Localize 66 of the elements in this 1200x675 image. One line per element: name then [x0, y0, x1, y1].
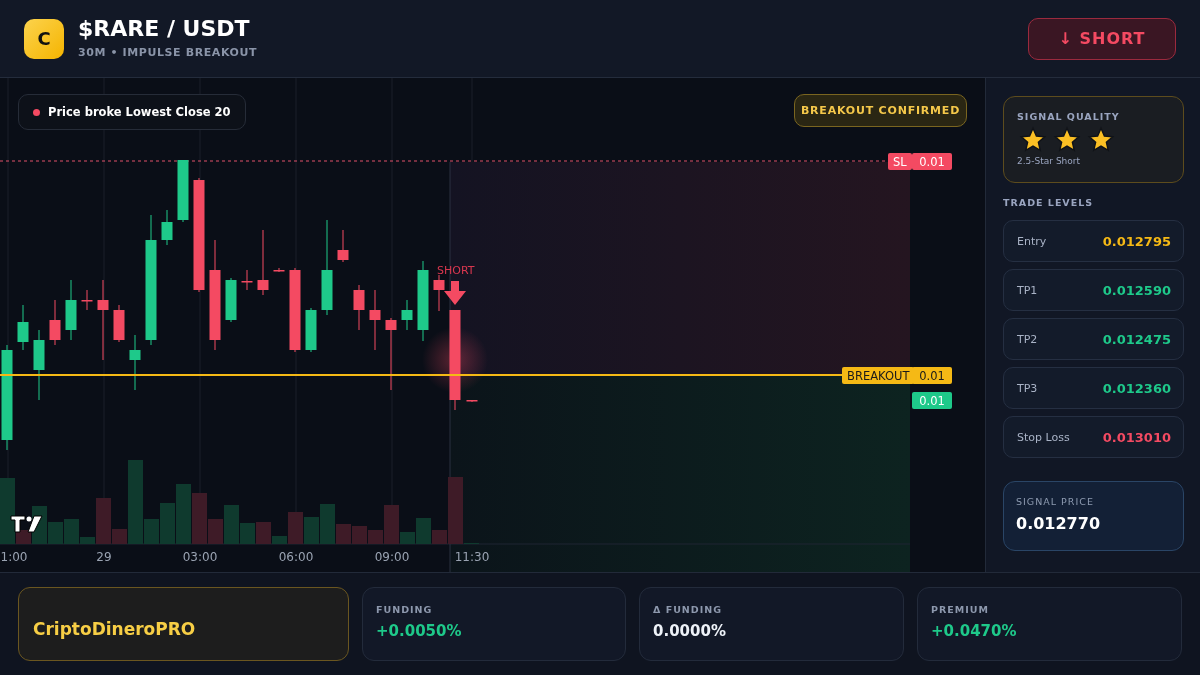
level-label: TP2 — [1017, 332, 1038, 346]
chart-logo-icon — [10, 515, 43, 533]
quality-title: SIGNAL QUALITY — [1017, 111, 1121, 122]
candle — [225, 277, 237, 323]
candle — [81, 289, 93, 311]
level-label: TP3 — [1017, 381, 1038, 395]
breakout-confirmed-badge: BREAKOUT CONFIRMED — [794, 94, 967, 127]
time-axis-label: 11:30 — [454, 550, 490, 564]
level-value: 0.012795 — [1102, 233, 1171, 249]
level-label: Stop Loss — [1017, 430, 1070, 444]
candle — [113, 304, 125, 343]
signal-price-value: 0.012770 — [1016, 514, 1101, 533]
level-label: Entry — [1017, 234, 1047, 248]
price-tag: 0.01 — [912, 392, 952, 409]
time-axis-label: 29 — [96, 550, 112, 564]
stat-label: FUNDING — [376, 604, 434, 615]
app-logo: C — [24, 18, 64, 59]
time-axis-label: 03:00 — [182, 550, 218, 564]
candle — [49, 299, 61, 346]
short-marker: SHORT — [437, 264, 475, 277]
level-value: 0.012590 — [1102, 282, 1171, 298]
stat-label: PREMIUM — [931, 604, 990, 615]
level-value: 0.012360 — [1102, 380, 1171, 396]
candle — [273, 267, 285, 273]
short-button[interactable]: ↓ SHORT — [1028, 17, 1176, 60]
candle — [353, 284, 365, 331]
alert-dot — [33, 108, 40, 116]
price-tag: 0.01 — [912, 153, 952, 170]
stat-value: +0.0470% — [931, 622, 1018, 640]
candle — [337, 229, 349, 263]
candle — [305, 307, 317, 353]
candle — [466, 399, 478, 403]
candle — [65, 279, 77, 341]
candle — [17, 304, 29, 351]
star-icon — [1053, 126, 1081, 154]
price-tag: 0.01 — [912, 367, 952, 384]
stat-value: 0.0000% — [653, 622, 727, 640]
candle — [369, 289, 381, 351]
candle — [433, 274, 445, 312]
price-tag-label: SL — [888, 153, 912, 170]
star-icon — [1087, 126, 1115, 154]
pair-title: $RARE / USDT — [78, 18, 251, 40]
strategy-subtitle: 30M • IMPULSE BREAKOUT — [78, 46, 259, 59]
level-value: 0.012475 — [1102, 331, 1171, 347]
time-axis-label: 06:00 — [278, 550, 314, 564]
time-axis-label: 09:00 — [374, 550, 410, 564]
level-value: 0.013010 — [1102, 429, 1171, 445]
candle — [257, 229, 269, 296]
star-icon — [1019, 126, 1047, 154]
signal-price-label: SIGNAL PRICE — [1016, 496, 1095, 507]
time-axis-label: 1:00 — [0, 550, 28, 564]
candle — [161, 209, 173, 246]
candle — [129, 334, 141, 391]
candle — [401, 299, 413, 331]
brand-card: CriptoDineroPRO — [18, 587, 349, 661]
candle — [241, 269, 253, 291]
stat-label: Δ FUNDING — [653, 604, 723, 615]
candle — [33, 329, 45, 401]
candle — [177, 159, 189, 223]
alert-text: Price broke Lowest Close 20 — [48, 105, 231, 119]
quality-caption: 2.5-Star Short — [1017, 156, 1082, 166]
down-arrow-icon — [444, 281, 466, 305]
stat-value: +0.0050% — [376, 622, 463, 640]
price-tag-label: BREAKOUT — [842, 367, 915, 384]
level-label: TP1 — [1017, 283, 1038, 297]
section-heading: TRADE LEVELS — [1003, 197, 1095, 208]
